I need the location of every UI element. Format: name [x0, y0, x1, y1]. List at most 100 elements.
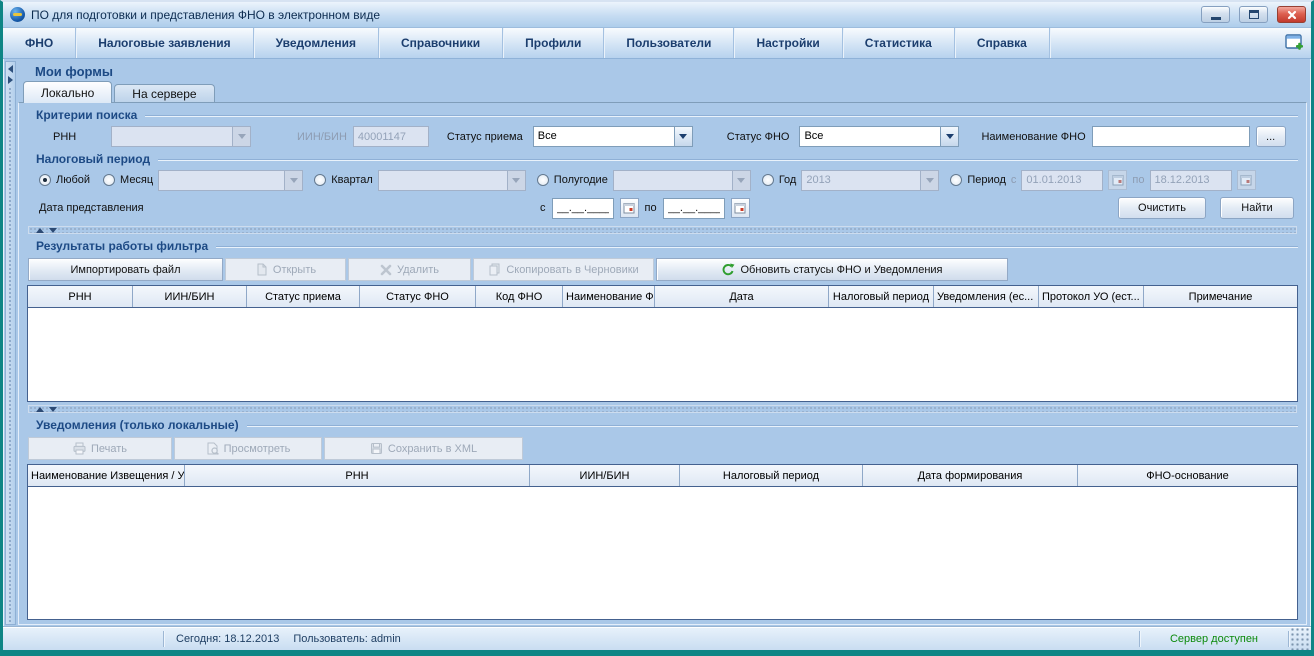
menu-item-fno[interactable]: ФНО: [3, 28, 77, 58]
menu-item-help[interactable]: Справка: [955, 28, 1050, 58]
radio-quarter[interactable]: [314, 174, 327, 186]
clear-button[interactable]: Очистить: [1118, 197, 1206, 219]
period-from-field[interactable]: [1021, 169, 1104, 191]
menu-item-profiles[interactable]: Профили: [503, 28, 605, 58]
month-combobox[interactable]: [158, 169, 304, 191]
tab-on-server[interactable]: На сервере: [114, 84, 215, 102]
print-button[interactable]: Печать: [28, 437, 172, 460]
column-header-nalogovy-period[interactable]: Налоговый период: [680, 465, 863, 486]
save-xml-label: Сохранить в XML: [387, 442, 478, 455]
radio-year[interactable]: [761, 174, 774, 186]
radio-halfyear[interactable]: [536, 174, 549, 186]
month-value: [159, 171, 284, 190]
column-header-uvedomleniya[interactable]: Уведомления (ес...: [934, 286, 1039, 307]
status-today: Сегодня: 18.12.2013: [176, 633, 280, 645]
date-from-calendar-button[interactable]: [619, 198, 639, 218]
column-header-rnn[interactable]: РНН: [185, 465, 530, 486]
find-button[interactable]: Найти: [1220, 197, 1294, 219]
radio-any-period[interactable]: [39, 174, 51, 186]
horizontal-splitter-results[interactable]: [28, 226, 1297, 234]
status-priema-dropdown-button[interactable]: [673, 127, 692, 146]
halfyear-dropdown-button[interactable]: [731, 170, 750, 190]
period-to-label: по: [1132, 174, 1145, 186]
tab-local[interactable]: Локально: [23, 81, 113, 103]
year-dropdown-button[interactable]: [920, 170, 939, 190]
column-header-rnn[interactable]: РНН: [28, 286, 133, 307]
menu-item-statistics[interactable]: Статистика: [843, 28, 955, 58]
period-to-field[interactable]: [1149, 169, 1232, 191]
period-to-calendar-button[interactable]: [1236, 170, 1256, 190]
resize-grip[interactable]: [1289, 628, 1311, 650]
status-user: Пользователь: admin: [293, 633, 401, 645]
status-priema-combobox[interactable]: Все: [532, 126, 693, 147]
delete-button[interactable]: Удалить: [348, 258, 471, 281]
results-table-body[interactable]: [28, 308, 1297, 401]
date-to-field[interactable]: [662, 197, 725, 219]
import-file-label: Импортировать файл: [70, 263, 181, 276]
date-from-field[interactable]: [551, 197, 614, 219]
column-header-fno-osnovanie[interactable]: ФНО-основание: [1078, 465, 1297, 486]
radio-month[interactable]: [103, 174, 116, 186]
import-file-button[interactable]: Импортировать файл: [28, 258, 223, 281]
column-header-status-priema[interactable]: Статус приема: [247, 286, 360, 307]
radio-period-range[interactable]: [950, 174, 963, 186]
chevron-down-icon: [737, 177, 746, 183]
status-fno-dropdown-button[interactable]: [940, 127, 959, 146]
column-header-protokol-uo[interactable]: Протокол УО (ест...: [1039, 286, 1144, 307]
radio-any-label: Любой: [56, 174, 91, 186]
maximize-button[interactable]: [1239, 6, 1268, 23]
column-header-data[interactable]: Дата: [655, 286, 829, 307]
quarter-dropdown-button[interactable]: [506, 170, 525, 190]
refresh-statuses-button[interactable]: Обновить статусы ФНО и Уведомления: [656, 258, 1008, 281]
column-header-iin[interactable]: ИИН/БИН: [133, 286, 247, 307]
calendar-icon: [1240, 175, 1252, 186]
iin-field[interactable]: [352, 126, 429, 147]
year-combobox[interactable]: 2013: [801, 169, 940, 191]
column-header-iin[interactable]: ИИН/БИН: [530, 465, 680, 486]
horizontal-splitter-notifications[interactable]: [28, 405, 1297, 413]
open-button[interactable]: Открыть: [225, 258, 346, 281]
rnn-combobox[interactable]: [111, 126, 251, 147]
menu-item-directories[interactable]: Справочники: [379, 28, 504, 58]
close-icon: [1287, 10, 1296, 19]
menu-item-users[interactable]: Пользователи: [604, 28, 735, 58]
column-header-nalogovy-period[interactable]: Налоговый период: [829, 286, 934, 307]
document-icon: [257, 263, 267, 276]
collapse-up-icon: [36, 406, 44, 412]
fno-name-browse-button[interactable]: ...: [1255, 126, 1286, 147]
printer-icon: [73, 442, 86, 455]
date-to-calendar-button[interactable]: [730, 198, 750, 218]
copy-to-drafts-button[interactable]: Скопировать в Черновики: [473, 258, 654, 281]
save-xml-button[interactable]: Сохранить в XML: [324, 437, 523, 460]
column-header-status-fno[interactable]: Статус ФНО: [360, 286, 476, 307]
notifications-table-body[interactable]: [28, 487, 1297, 619]
quarter-value: [379, 171, 507, 190]
period-from-calendar-button[interactable]: [1108, 170, 1128, 190]
column-header-kod-fno[interactable]: Код ФНО: [476, 286, 563, 307]
side-collapse-splitter[interactable]: [5, 61, 16, 625]
group-divider: [145, 115, 1298, 117]
column-header-notice-name[interactable]: Наименование Извещения / Увед...: [28, 465, 185, 486]
halfyear-combobox[interactable]: [612, 169, 751, 191]
menu-item-notifications[interactable]: Уведомления: [254, 28, 379, 58]
minimize-button[interactable]: [1201, 6, 1230, 23]
quarter-combobox[interactable]: [377, 169, 526, 191]
close-button[interactable]: [1277, 6, 1306, 23]
open-label: Открыть: [272, 263, 317, 276]
column-header-naimenovanie-fno[interactable]: Наименование Ф...: [563, 286, 655, 307]
month-dropdown-button[interactable]: [284, 170, 303, 190]
search-criteria-header: Критерии поиска: [27, 106, 1298, 123]
column-header-primechanie[interactable]: Примечание: [1144, 286, 1297, 307]
group-divider: [158, 159, 1298, 161]
fno-name-field[interactable]: [1091, 126, 1250, 147]
status-priema-label: Статус приема: [446, 130, 523, 143]
group-divider: [246, 425, 1298, 427]
menu-item-tax-applications[interactable]: Налоговые заявления: [76, 28, 254, 58]
rnn-dropdown-button[interactable]: [232, 127, 250, 146]
view-button[interactable]: Просмотреть: [174, 437, 322, 460]
view-label: Просмотреть: [223, 442, 291, 455]
status-fno-combobox[interactable]: Все: [799, 126, 960, 147]
menu-item-settings[interactable]: Настройки: [734, 28, 843, 58]
column-header-data-formirovaniya[interactable]: Дата формирования: [863, 465, 1078, 486]
new-window-button[interactable]: [1277, 28, 1311, 58]
